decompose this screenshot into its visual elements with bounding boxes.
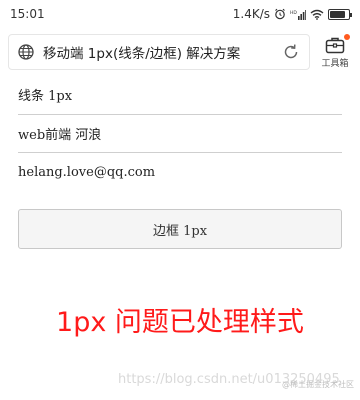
status-bar: 15:01 1.4K/s HD <box>0 0 360 28</box>
status-icons: 1.4K/s HD <box>232 7 352 21</box>
signal-icon: HD <box>290 9 306 20</box>
list-item: 线条 1px <box>18 76 342 115</box>
toolbox-label: 工具箱 <box>321 58 349 69</box>
watermark-credit: @稀土掘金技术社区 <box>282 380 354 389</box>
address-bar[interactable]: 移动端 1px(线条/边框) 解决方案 <box>8 34 310 70</box>
content-list: 线条 1px web前端 河浪 helang.love@qq.com <box>18 76 342 192</box>
globe-icon <box>18 44 34 60</box>
page-title: 移动端 1px(线条/边框) 解决方案 <box>43 46 241 62</box>
list-item: web前端 河浪 <box>18 115 342 153</box>
status-time: 15:01 <box>10 7 45 21</box>
toolbox-icon <box>325 37 345 53</box>
toolbox-button[interactable]: 工具箱 <box>314 30 356 74</box>
network-speed: 1.4K/s <box>232 7 270 21</box>
list-item: helang.love@qq.com <box>18 164 156 180</box>
alarm-icon <box>275 8 285 20</box>
notification-dot <box>344 34 350 40</box>
wifi-icon <box>310 9 324 20</box>
battery-level <box>330 10 345 18</box>
refresh-icon[interactable] <box>281 42 301 62</box>
battery-icon <box>328 8 352 20</box>
border-1px-button[interactable]: 边框 1px <box>18 209 342 249</box>
caption-text: 1px 问题已处理样式 <box>56 307 304 338</box>
svg-text:HD: HD <box>290 10 297 16</box>
browser-toolbar: 移动端 1px(线条/边框) 解决方案 工具箱 <box>0 28 360 76</box>
